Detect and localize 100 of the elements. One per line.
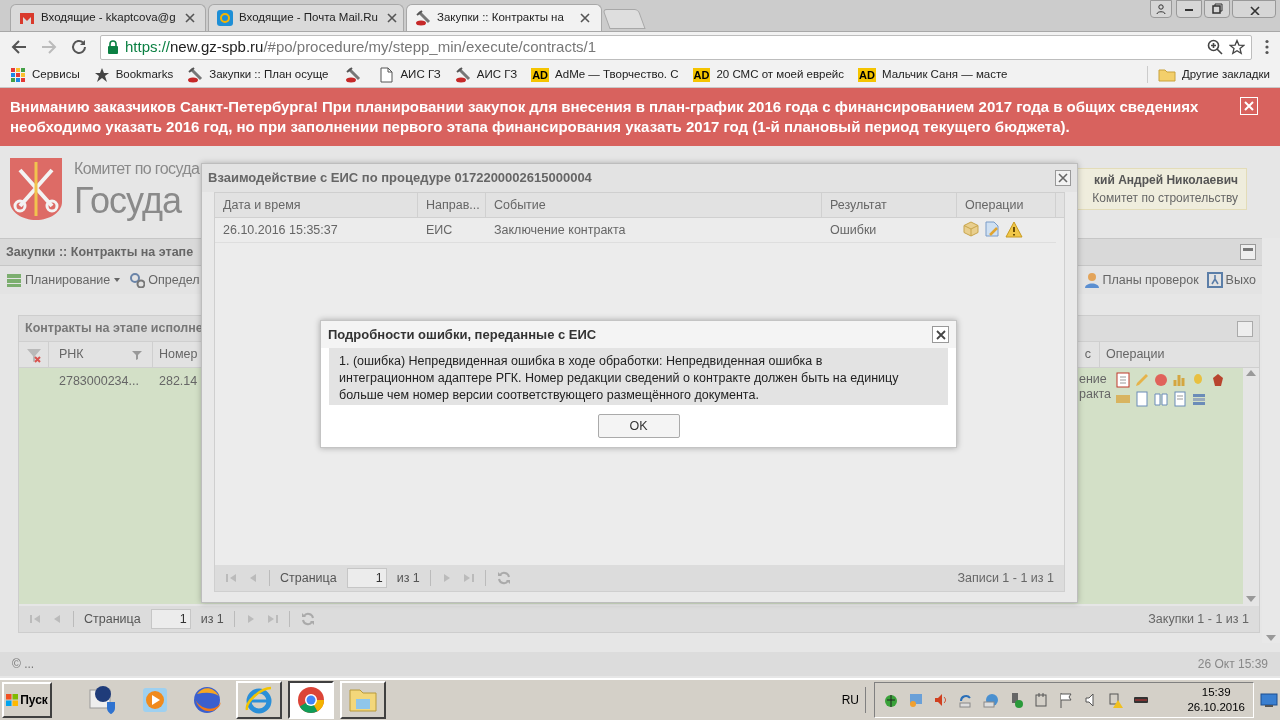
package-icon[interactable] bbox=[963, 221, 981, 239]
table-cell-text: Заключение контракта bbox=[493, 221, 627, 239]
bookmarks-folder[interactable]: Другие закладки bbox=[1146, 65, 1270, 84]
chart-icon[interactable] bbox=[1172, 372, 1188, 388]
toolbar-button[interactable]: Определ bbox=[129, 269, 200, 291]
page-count: из 1 bbox=[200, 610, 224, 628]
table-cell-text: 26.10.2016 15:35:37 bbox=[222, 221, 339, 239]
column-header[interactable]: Дата и время bbox=[215, 193, 418, 217]
warning-icon[interactable] bbox=[1005, 221, 1023, 239]
column-header[interactable]: Операции bbox=[1100, 342, 1243, 367]
scroll-down-icon bbox=[1266, 635, 1276, 641]
close-button[interactable] bbox=[1055, 170, 1071, 186]
toolbar-button[interactable]: Выхо bbox=[1206, 269, 1256, 291]
flag-icon[interactable] bbox=[1058, 692, 1074, 708]
column-header[interactable]: Событие bbox=[486, 193, 822, 217]
taskbar-button[interactable] bbox=[288, 681, 334, 719]
dialog-title: Взаимодействие с ЕИС по процедуре 0172200002615000004 bbox=[208, 169, 592, 188]
column-header[interactable]: Направ... bbox=[418, 193, 486, 217]
ok-button[interactable]: OK bbox=[597, 414, 680, 438]
caret-icon bbox=[113, 276, 122, 284]
browser-icon bbox=[295, 684, 327, 716]
show-desktop-icon[interactable] bbox=[1260, 692, 1278, 708]
restore-button[interactable] bbox=[1204, 0, 1230, 18]
network-warning-icon[interactable] bbox=[1108, 692, 1124, 708]
page-field[interactable]: 1 bbox=[150, 609, 191, 629]
hammer-icon bbox=[187, 66, 204, 83]
globe-icon[interactable] bbox=[983, 692, 999, 708]
refresh-button[interactable] bbox=[1237, 320, 1253, 337]
monitor-icon[interactable] bbox=[908, 692, 924, 708]
bookmark[interactable]: Bookmarks bbox=[93, 63, 174, 86]
windows-flag-icon bbox=[6, 694, 19, 706]
browser-tab[interactable]: Входящие - kkaptcova@g bbox=[10, 4, 206, 31]
bookmark[interactable]: АИС ГЗ bbox=[378, 63, 441, 86]
emblem-icon[interactable] bbox=[1210, 372, 1226, 388]
url-text: https://new.gz-spb.ru/#po/procedure/my/stepp_min/execute/contracts/1 bbox=[125, 36, 598, 57]
hammer-icon bbox=[415, 10, 431, 26]
zoom-icon[interactable] bbox=[1207, 39, 1223, 55]
forward-icon[interactable] bbox=[40, 38, 58, 56]
document-icon[interactable] bbox=[1115, 372, 1131, 388]
refresh-icon[interactable] bbox=[495, 570, 512, 586]
maximize-button[interactable] bbox=[1240, 244, 1256, 260]
bookmark[interactable]: AD Мальчик Саня — масте bbox=[858, 63, 1008, 86]
scroll-down-icon bbox=[1246, 596, 1256, 602]
bookmark[interactable]: Закупки :: План осуще bbox=[187, 63, 329, 86]
browser-tab[interactable]: Закупки :: Контракты на bbox=[406, 4, 602, 31]
folder-icon bbox=[1157, 67, 1176, 82]
book-icon[interactable] bbox=[1153, 391, 1169, 407]
page-field[interactable]: 1 bbox=[346, 568, 387, 588]
column-header[interactable]: РНК bbox=[49, 342, 153, 367]
close-icon bbox=[1243, 100, 1255, 112]
star-icon bbox=[93, 66, 110, 83]
reload-icon[interactable] bbox=[70, 38, 88, 56]
page-icon[interactable] bbox=[1172, 391, 1188, 407]
column-header[interactable]: Операции bbox=[957, 193, 1056, 217]
refresh-icon[interactable] bbox=[299, 611, 316, 627]
toolbar-button[interactable]: Планы проверок bbox=[1083, 269, 1199, 291]
start-button[interactable]: Пуск bbox=[2, 682, 52, 718]
bookmark[interactable]: АИС ГЗ bbox=[454, 63, 518, 86]
tab-title: Закупки :: Контракты на bbox=[437, 10, 565, 26]
at-sign-icon bbox=[217, 10, 233, 26]
status-datetime: 26 Окт 15:39 bbox=[1197, 656, 1268, 673]
close-button[interactable] bbox=[932, 326, 949, 343]
filter-icon[interactable] bbox=[132, 349, 142, 360]
menu-icon[interactable] bbox=[1264, 39, 1270, 55]
site-title: Госуда bbox=[74, 181, 181, 221]
page-icon[interactable] bbox=[1134, 391, 1150, 407]
speaker-icon[interactable] bbox=[933, 692, 949, 708]
tab-title: Входящие - kkaptcova@g bbox=[41, 10, 176, 26]
bookmark[interactable]: Сервисы bbox=[10, 63, 80, 86]
browser-tab[interactable]: Входящие - Почта Mail.Ru bbox=[208, 4, 404, 31]
close-icon bbox=[1057, 172, 1069, 184]
list-icon bbox=[6, 272, 22, 288]
bookmark[interactable]: AD AdMe — Творчество. С bbox=[531, 63, 679, 86]
logo bbox=[8, 156, 64, 222]
star-icon[interactable] bbox=[1229, 39, 1245, 55]
record-count: Записи 1 - 1 из 1 bbox=[957, 569, 1054, 587]
profile-button[interactable] bbox=[1150, 0, 1172, 18]
table-cell-text: 2783000234... bbox=[58, 373, 140, 390]
filter-clear-icon[interactable] bbox=[25, 346, 42, 363]
new-tab-button[interactable] bbox=[602, 9, 646, 29]
close-button[interactable] bbox=[1232, 0, 1276, 18]
user-name: кий Андрей Николаевич bbox=[1094, 172, 1238, 189]
close-icon bbox=[934, 328, 947, 341]
scroll-up-icon bbox=[1246, 370, 1256, 376]
tab-title: Входящие - Почта Mail.Ru bbox=[239, 10, 378, 26]
toolbar-button[interactable]: Планирование bbox=[6, 269, 122, 291]
site-badge: AD bbox=[858, 67, 876, 82]
restore-icon bbox=[1210, 3, 1224, 15]
language-indicator[interactable]: RU bbox=[841, 691, 859, 709]
minimize-button[interactable] bbox=[1176, 0, 1202, 18]
clock[interactable]: 15:39 26.10.2016 bbox=[1187, 685, 1245, 715]
scrollbar[interactable] bbox=[1243, 368, 1259, 604]
column-header[interactable]: Результат bbox=[822, 193, 957, 217]
person-icon bbox=[1156, 4, 1166, 14]
circle-icon[interactable] bbox=[1153, 372, 1169, 388]
page-count: из 1 bbox=[396, 569, 420, 587]
bookmark[interactable]: AD 20 СМС от моей еврейс bbox=[692, 63, 845, 86]
back-icon[interactable] bbox=[10, 38, 28, 56]
address-bar[interactable]: https://new.gz-spb.ru/#po/procedure/my/stepp_min/execute/contracts/1 bbox=[100, 34, 1252, 60]
stack-icon[interactable] bbox=[1191, 391, 1207, 407]
